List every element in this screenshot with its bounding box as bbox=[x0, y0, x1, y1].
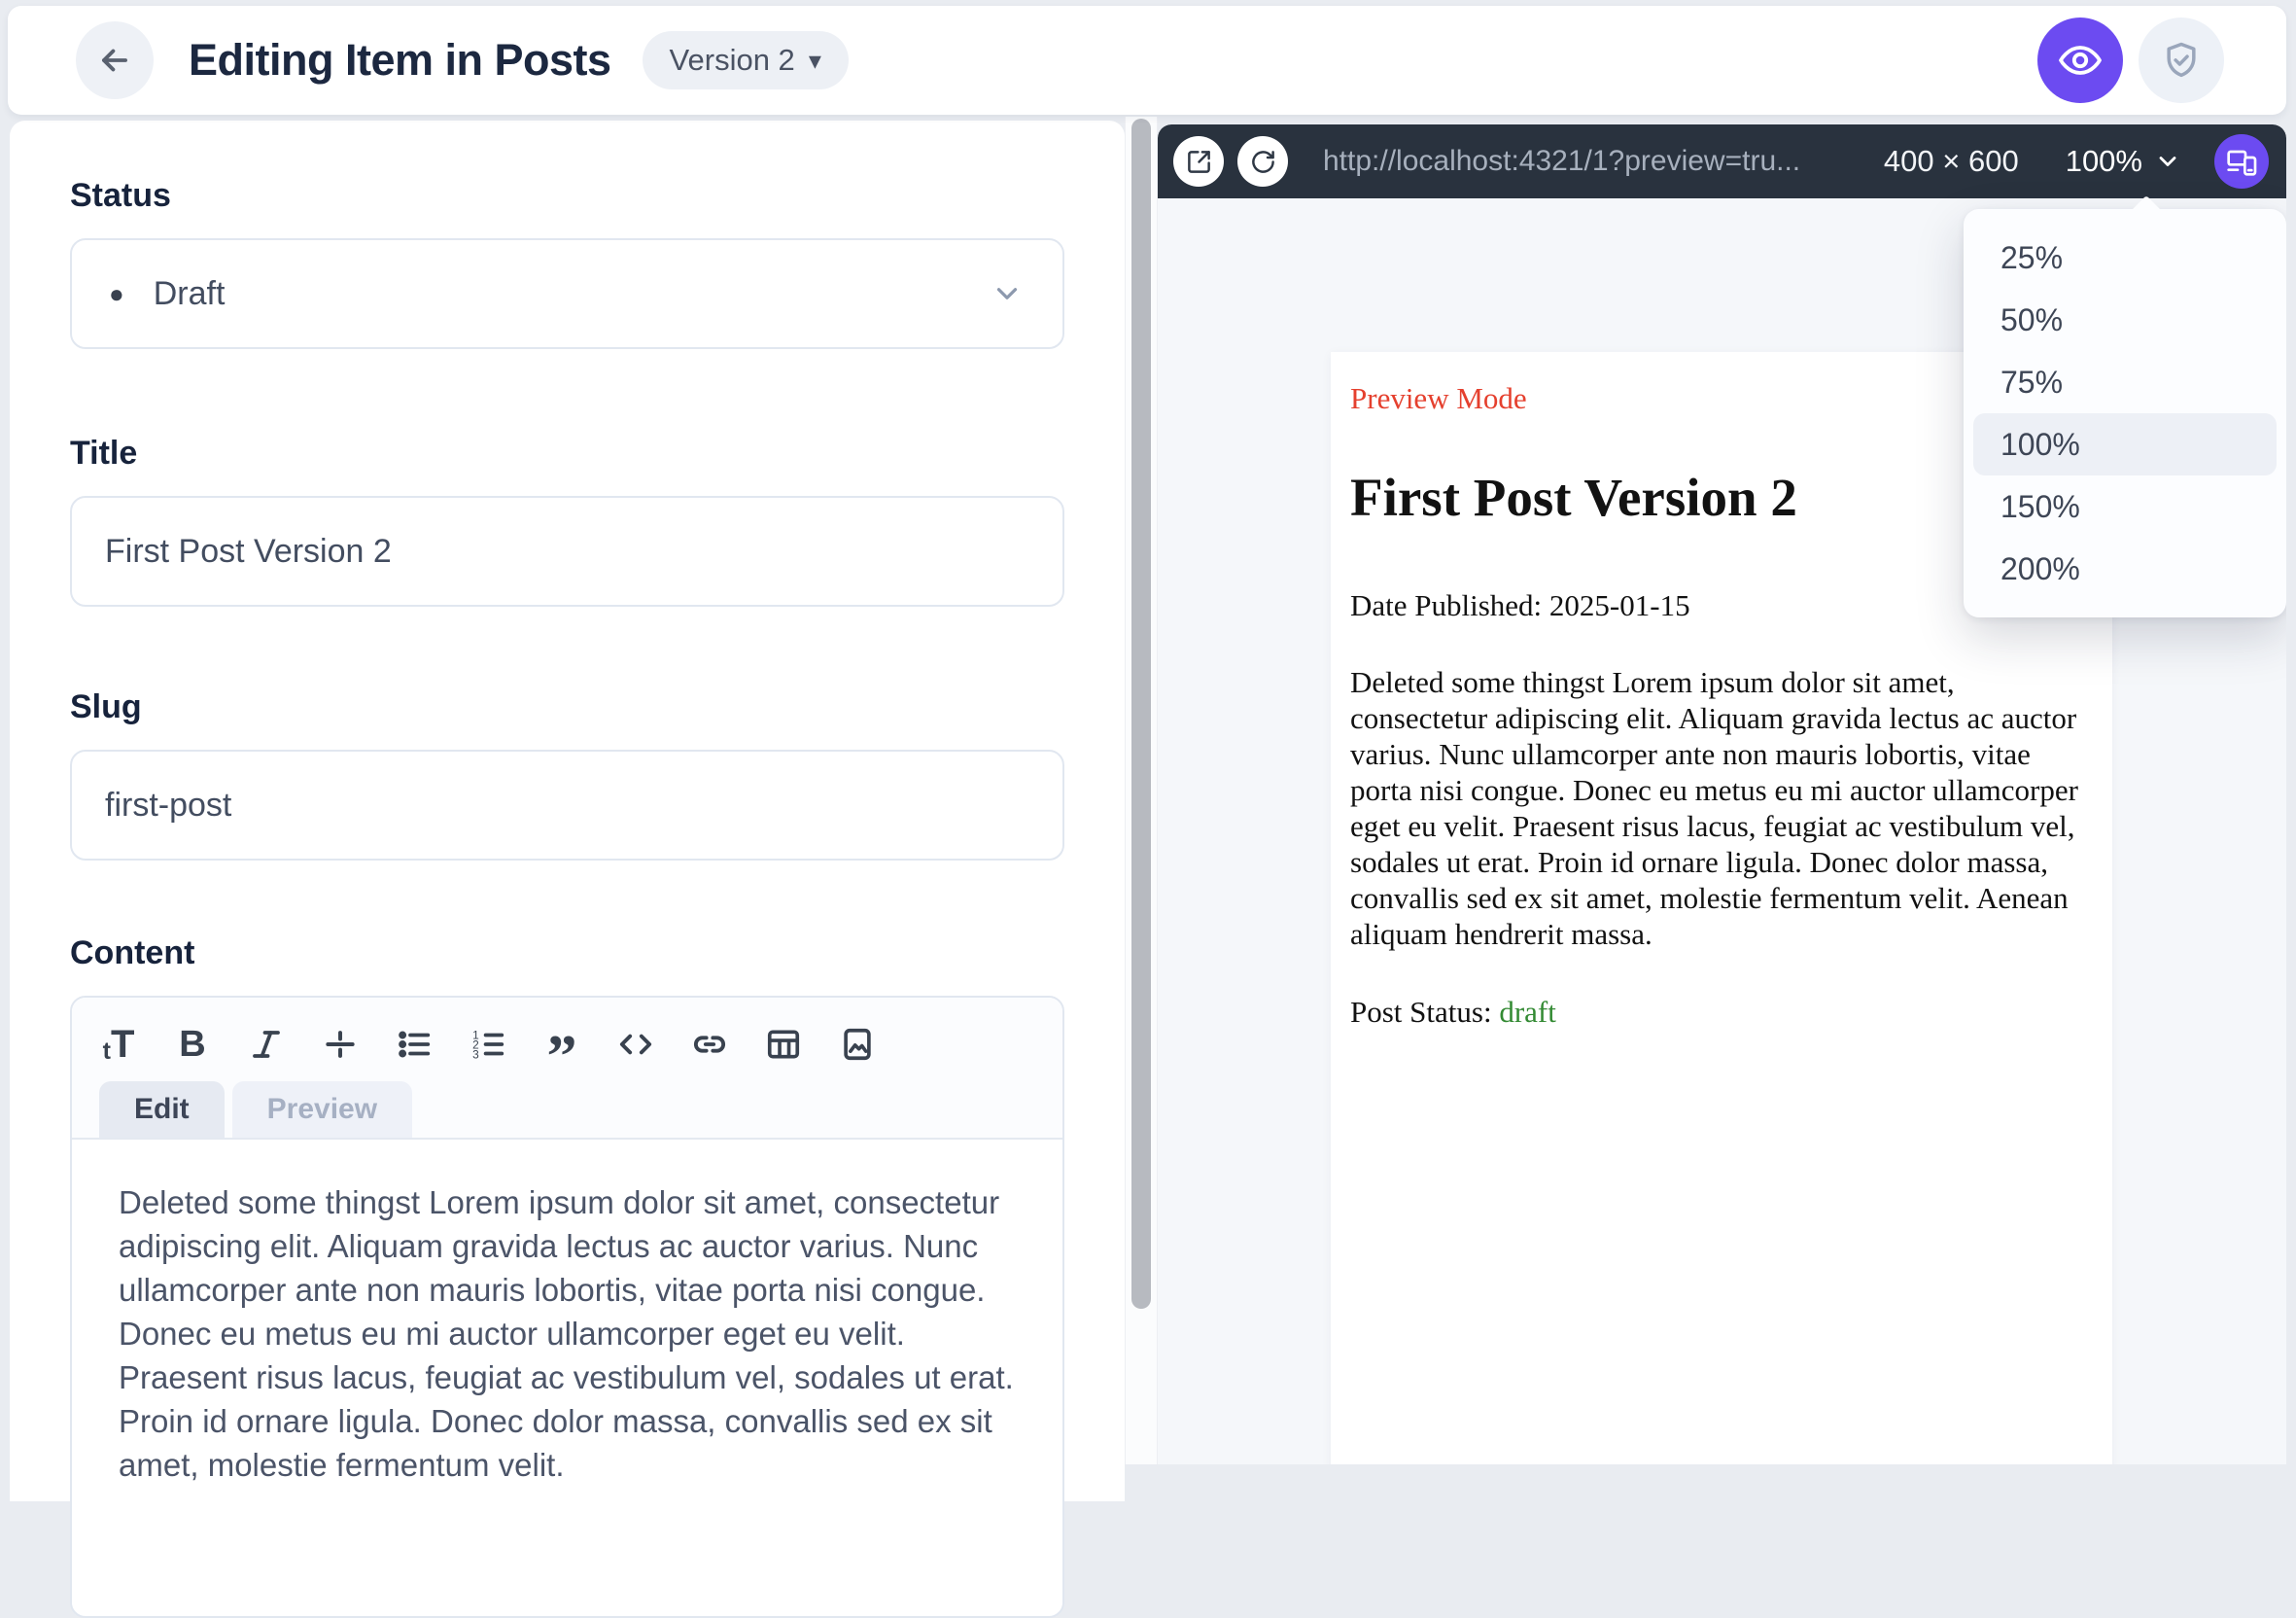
page-title: Editing Item in Posts bbox=[189, 35, 611, 85]
code-button[interactable] bbox=[616, 1024, 655, 1065]
code-icon bbox=[616, 1025, 655, 1064]
device-size-button[interactable] bbox=[2214, 134, 2269, 189]
content-textarea[interactable]: Deleted some thingst Lorem ipsum dolor s… bbox=[72, 1140, 1062, 1604]
bold-button[interactable]: B bbox=[173, 1024, 212, 1065]
image-button[interactable] bbox=[838, 1024, 877, 1065]
image-icon bbox=[839, 1026, 876, 1063]
zoom-option-100[interactable]: 100% bbox=[1973, 413, 2277, 475]
dropdown-caret bbox=[2130, 195, 2163, 229]
tab-edit[interactable]: Edit bbox=[99, 1081, 225, 1138]
post-status-label: Post Status: bbox=[1350, 995, 1500, 1029]
link-icon bbox=[690, 1025, 729, 1064]
title-label: Title bbox=[70, 435, 138, 472]
status-dot-icon: ● bbox=[109, 279, 124, 308]
arrow-left-icon bbox=[96, 42, 133, 79]
strikethrough-button[interactable] bbox=[321, 1024, 360, 1065]
chevron-down-icon bbox=[2154, 148, 2181, 175]
slug-label: Slug bbox=[70, 688, 142, 725]
blockquote-button[interactable]: ” bbox=[542, 1024, 581, 1090]
bold-icon: B bbox=[179, 1023, 206, 1065]
validate-button[interactable] bbox=[2139, 18, 2224, 103]
back-button[interactable] bbox=[76, 21, 154, 99]
zoom-option-25[interactable]: 25% bbox=[1964, 227, 2286, 289]
bullet-list-icon bbox=[396, 1026, 433, 1063]
refresh-button[interactable] bbox=[1237, 136, 1288, 187]
ordered-list-icon: 123 bbox=[470, 1026, 506, 1063]
preview-toggle-button[interactable] bbox=[2037, 18, 2123, 103]
version-label: Version 2 bbox=[669, 43, 795, 77]
ordered-list-button[interactable]: 123 bbox=[469, 1024, 507, 1065]
post-status-value: draft bbox=[1499, 995, 1556, 1029]
zoom-option-150[interactable]: 150% bbox=[1964, 475, 2286, 538]
tab-preview[interactable]: Preview bbox=[231, 1081, 413, 1138]
zoom-level-button[interactable]: 100% bbox=[2066, 144, 2181, 179]
table-icon bbox=[765, 1026, 802, 1063]
external-link-icon bbox=[1186, 149, 1212, 175]
preview-panel: http://localhost:4321/1?preview=tru... 4… bbox=[1158, 124, 2286, 1464]
shield-check-icon bbox=[2160, 39, 2203, 82]
strikethrough-icon bbox=[322, 1026, 359, 1063]
eye-icon bbox=[2057, 37, 2104, 84]
top-header: Editing Item in Posts Version 2 ▾ bbox=[8, 6, 2286, 115]
zoom-option-75[interactable]: 75% bbox=[1964, 351, 2286, 413]
preview-body-text: Deleted some thingst Lorem ipsum dolor s… bbox=[1350, 665, 2078, 951]
status-label: Status bbox=[70, 177, 171, 214]
edit-form-panel: Status ● Draft Title Slug Content tT B bbox=[10, 121, 1125, 1618]
preview-url: http://localhost:4321/1?preview=tru... bbox=[1323, 145, 1801, 177]
chevron-down-icon bbox=[991, 277, 1024, 310]
slug-input[interactable] bbox=[70, 750, 1064, 861]
open-in-new-window-button[interactable] bbox=[1173, 136, 1224, 187]
content-editor: tT B 1 2 3 ” Edit Preview Deleted some t… bbox=[70, 996, 1064, 1618]
responsive-devices-icon bbox=[2226, 146, 2257, 177]
zoom-level-value: 100% bbox=[2065, 144, 2142, 178]
scrollbar-track[interactable] bbox=[1125, 117, 1158, 1464]
caret-down-icon: ▾ bbox=[808, 46, 821, 75]
title-input[interactable] bbox=[70, 496, 1064, 607]
viewport-dimensions: 400 × 600 bbox=[1883, 144, 2019, 178]
status-value: Draft bbox=[153, 274, 226, 312]
status-select[interactable]: ● Draft bbox=[70, 238, 1064, 349]
zoom-dropdown-menu: 25% 50% 75% 100% 150% 200% bbox=[1964, 195, 2286, 617]
italic-button[interactable] bbox=[247, 1024, 286, 1065]
zoom-option-200[interactable]: 200% bbox=[1964, 538, 2286, 600]
blockquote-icon: ” bbox=[546, 1024, 577, 1090]
scrollbar-thumb[interactable] bbox=[1131, 119, 1151, 1309]
link-button[interactable] bbox=[690, 1024, 729, 1065]
preview-post-status: Post Status: draft bbox=[1350, 995, 2091, 1030]
zoom-option-50[interactable]: 50% bbox=[1964, 289, 2286, 351]
italic-icon bbox=[249, 1027, 284, 1062]
text-size-icon: tT bbox=[102, 1023, 135, 1066]
svg-text:3: 3 bbox=[472, 1048, 479, 1062]
bullet-list-button[interactable] bbox=[395, 1024, 434, 1065]
editor-toolbar: tT B 1 2 3 ” Edit Preview bbox=[72, 998, 1062, 1140]
version-selector[interactable]: Version 2 ▾ bbox=[642, 31, 849, 89]
refresh-icon bbox=[1250, 149, 1276, 175]
editor-tabs: Edit Preview bbox=[99, 1081, 1062, 1138]
content-label: Content bbox=[70, 934, 195, 971]
table-button[interactable] bbox=[764, 1024, 803, 1065]
preview-toolbar: http://localhost:4321/1?preview=tru... 4… bbox=[1158, 124, 2286, 198]
text-size-button[interactable]: tT bbox=[99, 1024, 138, 1065]
